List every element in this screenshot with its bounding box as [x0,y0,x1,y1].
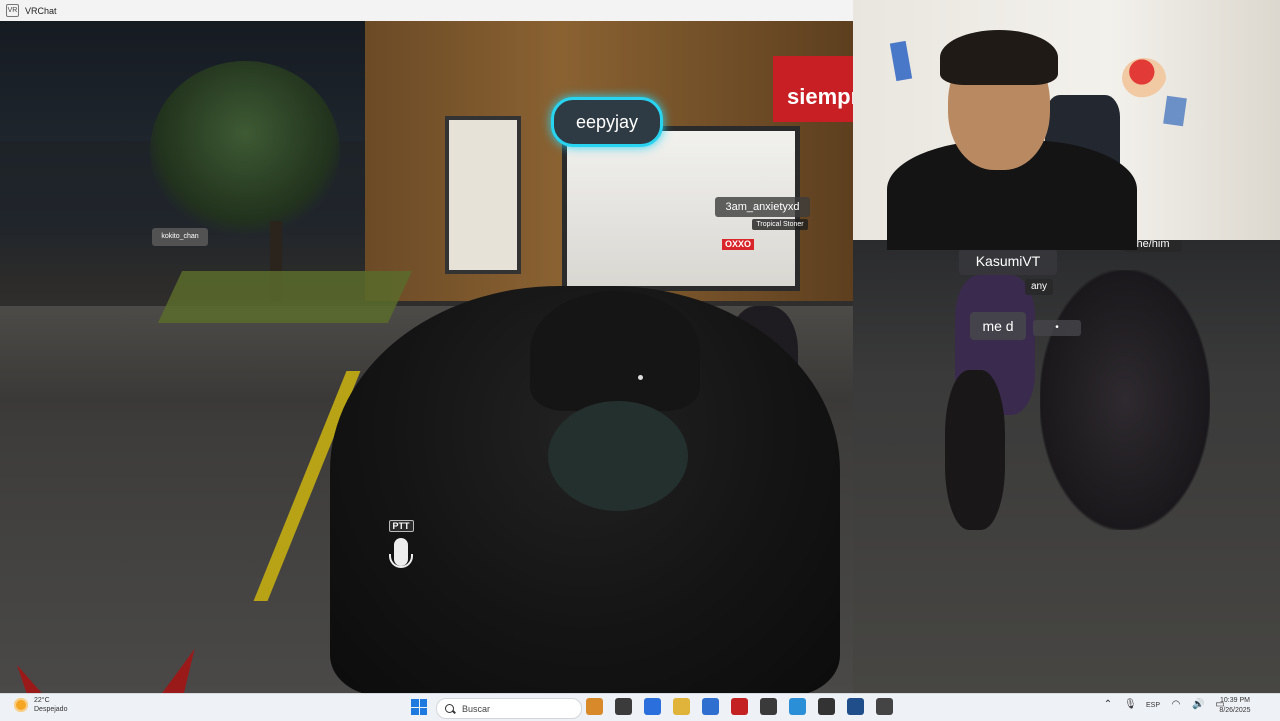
taskbar-app-icon[interactable] [760,698,777,715]
weather-sun-icon [14,698,28,712]
taskbar-search[interactable]: Buscar [436,698,582,719]
clock-time: 10:39 PM [1220,697,1250,704]
avatar-crouching[interactable] [1040,270,1210,530]
nameplate-me-d[interactable]: me d [970,312,1026,340]
windows-start-icon[interactable] [411,699,427,715]
game-viewport[interactable]: siempr OXXO ◉◉ eepyjay 3am_anxietyxd Tro… [0,21,853,693]
window-titlebar[interactable]: VR VRChat [0,0,853,22]
store-window-left [445,116,521,274]
grass-planter [157,271,413,323]
crosshair-icon [638,375,643,380]
speaker-icon[interactable]: 🔊 [1192,699,1204,711]
taskbar-app-icon[interactable] [673,698,690,715]
taskbar-app-icon[interactable] [789,698,806,715]
search-placeholder: Buscar [462,703,491,714]
taskbar-app-icon[interactable] [586,698,603,715]
avatar-small[interactable] [945,370,1005,530]
tree [150,61,340,241]
nameplate-pronoun-any: any [1025,279,1053,295]
taskbar-app-icon[interactable] [731,698,748,715]
wall-sticker-small [1163,95,1187,127]
ptt-label: PTT [388,520,414,532]
weather-desc: Despejado [34,706,68,713]
horn-right [158,643,206,693]
nameplate-kasumivt[interactable]: KasumiVT [959,248,1057,275]
horn-left [6,659,58,693]
taskbar-app-icon[interactable] [876,698,893,715]
clock-date: 8/26/2025 [1219,707,1251,714]
player-cap [530,291,700,411]
taskbar-app-icon[interactable] [615,698,632,715]
taskbar-app-icon[interactable] [818,698,835,715]
taskbar-app-icons [586,698,893,715]
taskbar-app-icon[interactable] [847,698,864,715]
nameplate-eepyjay[interactable]: eepyjay [551,97,663,147]
nameplate-3am-anxietyxd[interactable]: 3am_anxietyxd [715,197,810,217]
push-to-talk-indicator: PTT [388,516,414,568]
search-icon [445,704,454,713]
streamer-hair [940,30,1058,85]
microphone-tray-icon[interactable]: 🎙 [1124,699,1137,711]
store-sign: siempr [773,56,853,122]
nameplate-kokito-chan[interactable]: kokito_chan [152,228,208,246]
mario-head-decoration [1122,58,1166,98]
microphone-icon [389,538,413,568]
weather-temp: 22°C [34,697,50,704]
system-tray: ⌃ 🎙 ESP ◠ 🔊 ▭ [1102,699,1226,711]
language-indicator[interactable]: ESP [1146,702,1160,709]
taskbar-clock[interactable]: 10:39 PM 8/26/2025 [1213,696,1257,716]
nameplate-status-tropical-stoner: Tropical Stoner [752,219,808,230]
wifi-icon[interactable]: ◠ [1170,699,1182,711]
nameplate-dot: • [1033,320,1081,336]
weather-widget[interactable]: 22°C Despejado [14,696,67,714]
vrchat-app-icon: VR [6,4,19,17]
taskbar-app-icon[interactable] [702,698,719,715]
window-title: VRChat [25,5,57,16]
windows-taskbar: 22°C Despejado Buscar ⌃ 🎙 ESP ◠ 🔊 ▭ 10:3… [0,693,1280,721]
taskbar-app-icon[interactable] [644,698,661,715]
player-face [548,401,688,511]
oxxo-sign: OXXO [722,239,754,250]
chevron-up-icon[interactable]: ⌃ [1102,699,1114,711]
